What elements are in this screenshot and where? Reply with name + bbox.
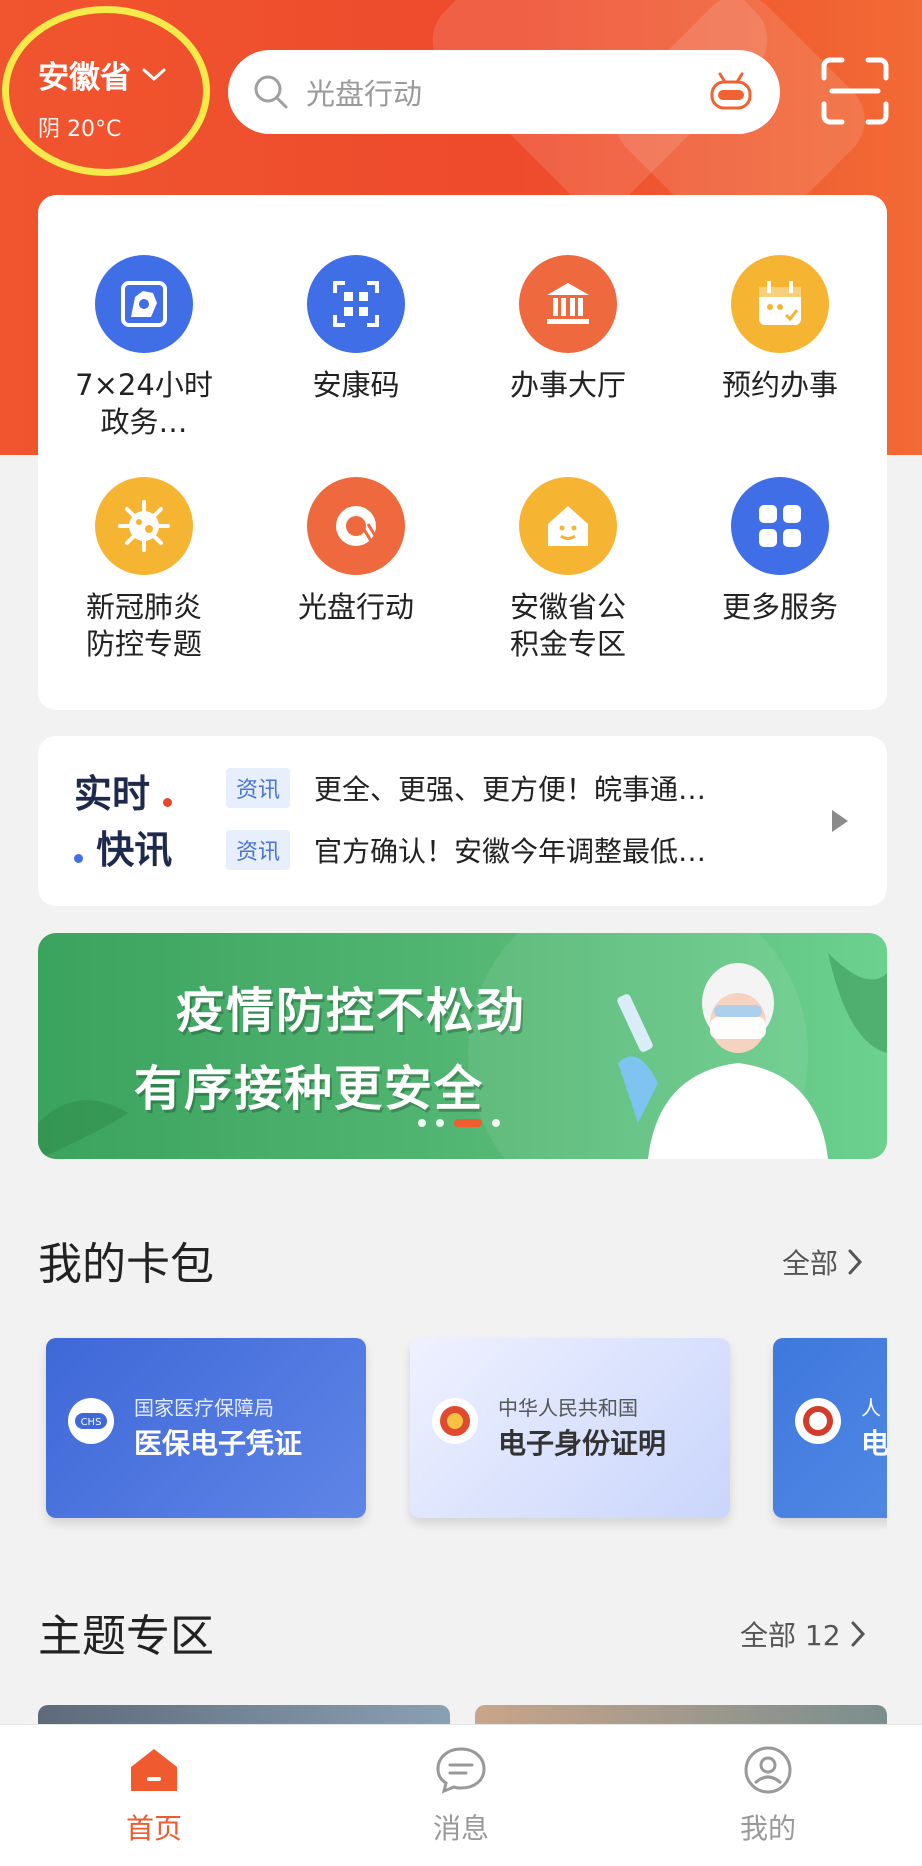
play-arrow-icon[interactable]: [828, 806, 852, 836]
more-label: 全部: [782, 1247, 839, 1280]
house-fund-icon: [519, 477, 617, 575]
carousel-indicator: [418, 1119, 500, 1127]
chevron-right-icon: [851, 1621, 865, 1647]
card-name: 电子身份证明: [498, 1427, 667, 1460]
wallet-card-social[interactable]: 人 电: [773, 1338, 887, 1518]
card-name: 医保电子凭证: [134, 1427, 303, 1460]
banner-line2: 有序接种更安全: [134, 1061, 485, 1117]
highlight-circle: [2, 6, 210, 176]
profile-icon: [744, 1746, 792, 1794]
brand-line2: 快讯: [96, 828, 173, 872]
tab-label: 我的: [739, 1812, 796, 1845]
banner-line1: 疫情防控不松劲: [176, 983, 527, 1039]
tab-messages[interactable]: 消息: [361, 1745, 561, 1847]
service-label: 安康码: [312, 368, 400, 402]
scan-icon[interactable]: [820, 56, 890, 126]
more-grid-icon: [731, 477, 829, 575]
card-carousel[interactable]: CHS 国家医疗保障局 医保电子凭证 中华人民共和国 电子身份证明 人 电: [38, 1330, 887, 1530]
plate-icon: [307, 477, 405, 575]
wallet-card-id[interactable]: 中华人民共和国 电子身份证明: [410, 1338, 730, 1518]
home-icon: [131, 1749, 177, 1791]
calendar-icon: [731, 255, 829, 353]
card-issuer: 中华人民共和国: [498, 1396, 638, 1420]
service-item-clean-plate[interactable]: 光盘行动: [250, 477, 462, 626]
chs-logo-icon: CHS: [68, 1398, 114, 1444]
dot-icon: [163, 798, 173, 807]
tab-home[interactable]: 首页: [54, 1745, 254, 1847]
service-item-covid[interactable]: 新冠肺炎防控专题: [38, 477, 250, 663]
news-tag: 资讯: [226, 830, 291, 870]
service-item-hall[interactable]: 办事大厅: [462, 255, 674, 404]
service-label: 预约办事: [721, 368, 838, 402]
topics-title: 主题专区: [38, 1611, 214, 1662]
qr-code-icon: [307, 255, 405, 353]
wallet-title: 我的卡包: [38, 1239, 214, 1290]
message-icon: [436, 1747, 486, 1794]
promo-banner[interactable]: 疫情防控不松劲 有序接种更安全: [38, 933, 887, 1159]
news-item[interactable]: 资讯 官方确认！安徽今年调整最低…: [226, 830, 784, 870]
chevron-right-icon: [848, 1249, 863, 1275]
robot-assistant-icon[interactable]: [706, 68, 756, 116]
national-emblem-icon: [432, 1398, 478, 1444]
search-placeholder: 光盘行动: [306, 77, 423, 111]
virus-icon: [95, 477, 193, 575]
map-doc-icon: [95, 255, 193, 353]
news-text: 官方确认！安徽今年调整最低…: [314, 835, 707, 868]
wallet-card-medical[interactable]: CHS 国家医疗保障局 医保电子凭证: [46, 1338, 366, 1518]
service-label: 光盘行动: [297, 590, 414, 624]
service-label: 更多服务: [721, 590, 838, 624]
card-issuer: 国家医疗保障局: [134, 1396, 274, 1420]
card-issuer: 人: [861, 1396, 881, 1420]
service-item-housing-fund[interactable]: 安徽省公积金专区: [462, 477, 674, 663]
news-brand: 实时 快讯: [74, 766, 173, 878]
tab-label: 首页: [125, 1812, 182, 1845]
tab-label: 消息: [432, 1812, 489, 1845]
service-item-more[interactable]: 更多服务: [674, 477, 886, 626]
card-name: 电: [861, 1427, 887, 1460]
government-hall-icon: [519, 255, 617, 353]
service-item-7x24[interactable]: 7×24小时政务…: [38, 255, 250, 441]
service-label: 安徽省公积金专区: [509, 590, 626, 661]
carousel-dot-active: [454, 1119, 482, 1127]
service-label: 新冠肺炎防控专题: [85, 590, 202, 661]
news-item[interactable]: 资讯 更全、更强、更方便！皖事通…: [226, 768, 784, 808]
service-item-ankangma[interactable]: 安康码: [250, 255, 462, 404]
service-label: 办事大厅: [509, 368, 626, 402]
service-item-appointment[interactable]: 预约办事: [674, 255, 886, 404]
service-grid: 7×24小时政务… 安康码 办事大厅 预约办事 新冠肺炎防控专题 光盘行动 安徽…: [38, 195, 887, 710]
tab-profile[interactable]: 我的: [668, 1745, 868, 1847]
carousel-dot: [418, 1119, 426, 1127]
svg-text:CHS: CHS: [81, 1417, 102, 1428]
search-icon: [254, 75, 288, 109]
news-text: 更全、更强、更方便！皖事通…: [314, 773, 707, 806]
wallet-more-link[interactable]: 全部: [782, 1242, 864, 1282]
search-input[interactable]: 光盘行动: [228, 50, 780, 134]
carousel-dot: [436, 1119, 444, 1127]
news-tag: 资讯: [226, 768, 291, 808]
carousel-dot: [492, 1119, 500, 1127]
bottom-tab-bar: 首页 消息 我的: [0, 1724, 922, 1866]
brand-line1: 实时: [74, 772, 151, 816]
news-ticker[interactable]: 实时 快讯 资讯 更全、更强、更方便！皖事通… 资讯 官方确认！安徽今年调整最低…: [38, 736, 887, 906]
service-label: 7×24小时政务…: [75, 368, 213, 439]
more-label: 全部 12: [740, 1619, 841, 1652]
topics-more-link[interactable]: 全部 12: [740, 1614, 867, 1654]
social-security-emblem-icon: [795, 1398, 841, 1444]
dot-icon: [74, 854, 83, 863]
